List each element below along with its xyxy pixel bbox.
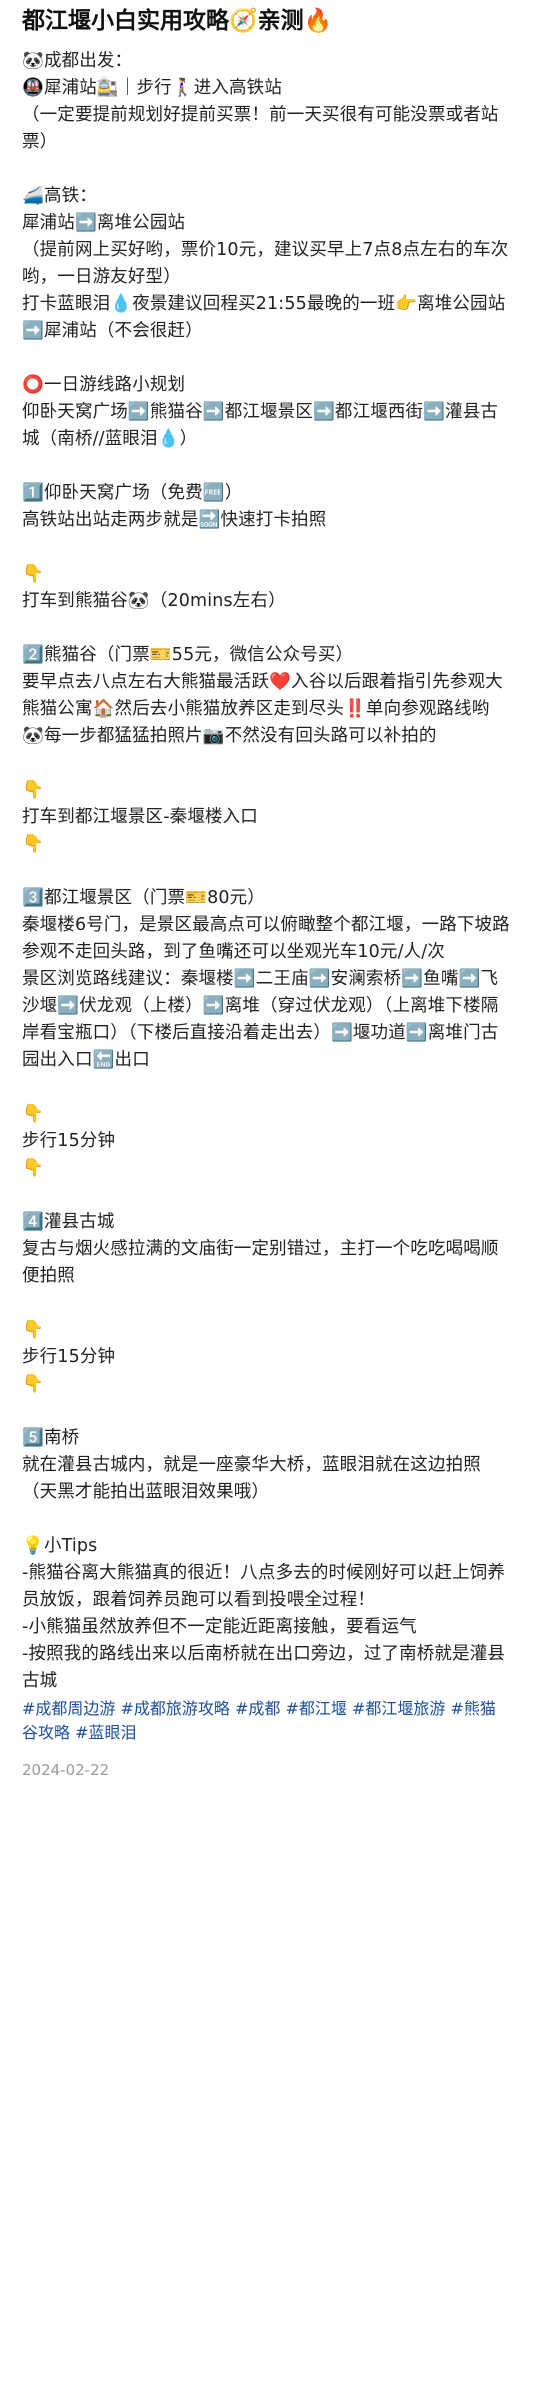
text-line: 💡小Tips xyxy=(22,1536,98,1556)
post-date: 2024-02-22 xyxy=(22,1761,110,1779)
text-line: 要早点去八点左右大熊猫最活跃❤️入谷以后跟着指引先参观大熊猫公寓🏠然后去小熊猫放… xyxy=(22,672,503,746)
text-line: 👇 xyxy=(22,1104,44,1124)
text-line: 复古与烟火感拉满的文庙街一定别错过，主打一个吃吃喝喝顺便拍照 xyxy=(22,1239,499,1286)
text-line: 打卡蓝眼泪💧夜景建议回程买21:55最晚的一班👉离堆公园站➡️犀浦站（不会很赶） xyxy=(22,294,506,341)
text-line: 打车到熊猫谷🐼（20mins左右） xyxy=(22,591,286,611)
text-line: 4️⃣灌县古城 xyxy=(22,1212,115,1232)
text-line: 👇 xyxy=(22,1374,44,1394)
text-line: 🚇犀浦站🚉｜步行🚶‍♀️进入高铁站 xyxy=(22,78,282,98)
post-title: 都江堰小白实用攻略🧭亲测🔥 xyxy=(22,8,333,34)
text-line: 👇 xyxy=(22,1320,44,1340)
text-line: 👇 xyxy=(22,780,44,800)
text-line: 👇 xyxy=(22,834,44,854)
text-line: 👇 xyxy=(22,564,44,584)
text-line: 仰卧天窝广场➡️熊猫谷➡️都江堰景区➡️都江堰西街➡️灌县古城（南桥//蓝眼泪💧… xyxy=(22,402,499,449)
hashtag-list[interactable]: #成都周边游 #成都旅游攻略 #成都 #都江堰 #都江堰旅游 #熊猫谷攻略 #蓝… xyxy=(22,1695,511,1743)
text-line: -熊猫谷离大熊猫真的很近！八点多去的时候刚好可以赶上饲养员放饭，跟着饲养员跑可以… xyxy=(22,1563,506,1610)
text-line: 2️⃣熊猫谷（门票🎫55元，微信公众号买） xyxy=(22,645,354,665)
post-body: 🐼成都出发： 🚇犀浦站🚉｜步行🚶‍♀️进入高铁站 （一定要提前规划好提前买票！前一天… xyxy=(22,48,511,1695)
text-line: 1️⃣仰卧天窝广场（免费🆓） xyxy=(22,483,243,503)
text-line: （提前网上买好哟，票价10元，建议买早上7点8点左右的车次哟，一日游友好型） xyxy=(22,240,509,287)
text-line: 犀浦站➡️离堆公园站 xyxy=(22,213,186,233)
text-line: 打车到都江堰景区-秦堰楼入口 xyxy=(22,807,258,827)
text-line: （一定要提前规划好提前买票！前一天买很有可能没票或者站票） xyxy=(22,105,499,152)
text-line: -按照我的路线出来以后南桥就在出口旁边，过了南桥就是灌县古城 xyxy=(22,1644,506,1691)
text-line: 步行15分钟 xyxy=(22,1347,116,1367)
text-line: 高铁站出站走两步就是🔜快速打卡拍照 xyxy=(22,510,327,530)
text-line: 步行15分钟 xyxy=(22,1131,116,1151)
text-line: 👇 xyxy=(22,1158,44,1178)
text-line: 景区浏览路线建议：秦堰楼➡️二王庙➡️安澜索桥➡️鱼嘴➡️飞沙堰➡️伏龙观（上楼… xyxy=(22,969,499,1070)
text-line: ⭕一日游线路小规划 xyxy=(22,375,186,395)
text-line: 秦堰楼6号门，是景区最高点可以俯瞰整个都江堰，一路下坡路参观不走回头路，到了鱼嘴… xyxy=(22,915,510,962)
text-line: 5️⃣南桥 xyxy=(22,1428,80,1448)
text-line: 就在灌县古城内，就是一座豪华大桥，蓝眼泪就在这边拍照（天黑才能拍出蓝眼泪效果哦） xyxy=(22,1455,481,1502)
text-line: -小熊猫虽然放养但不一定能近距离接触，要看运气 xyxy=(22,1617,417,1637)
note-page: 都江堰小白实用攻略🧭亲测🔥 🐼成都出发： 🚇犀浦站🚉｜步行🚶‍♀️进入高铁站 （一定… xyxy=(0,0,533,1779)
text-line: 🐼成都出发： xyxy=(22,51,133,71)
text-line: 3️⃣都江堰景区（门票🎫80元） xyxy=(22,888,265,908)
text-line: 🚄高铁： xyxy=(22,186,97,206)
